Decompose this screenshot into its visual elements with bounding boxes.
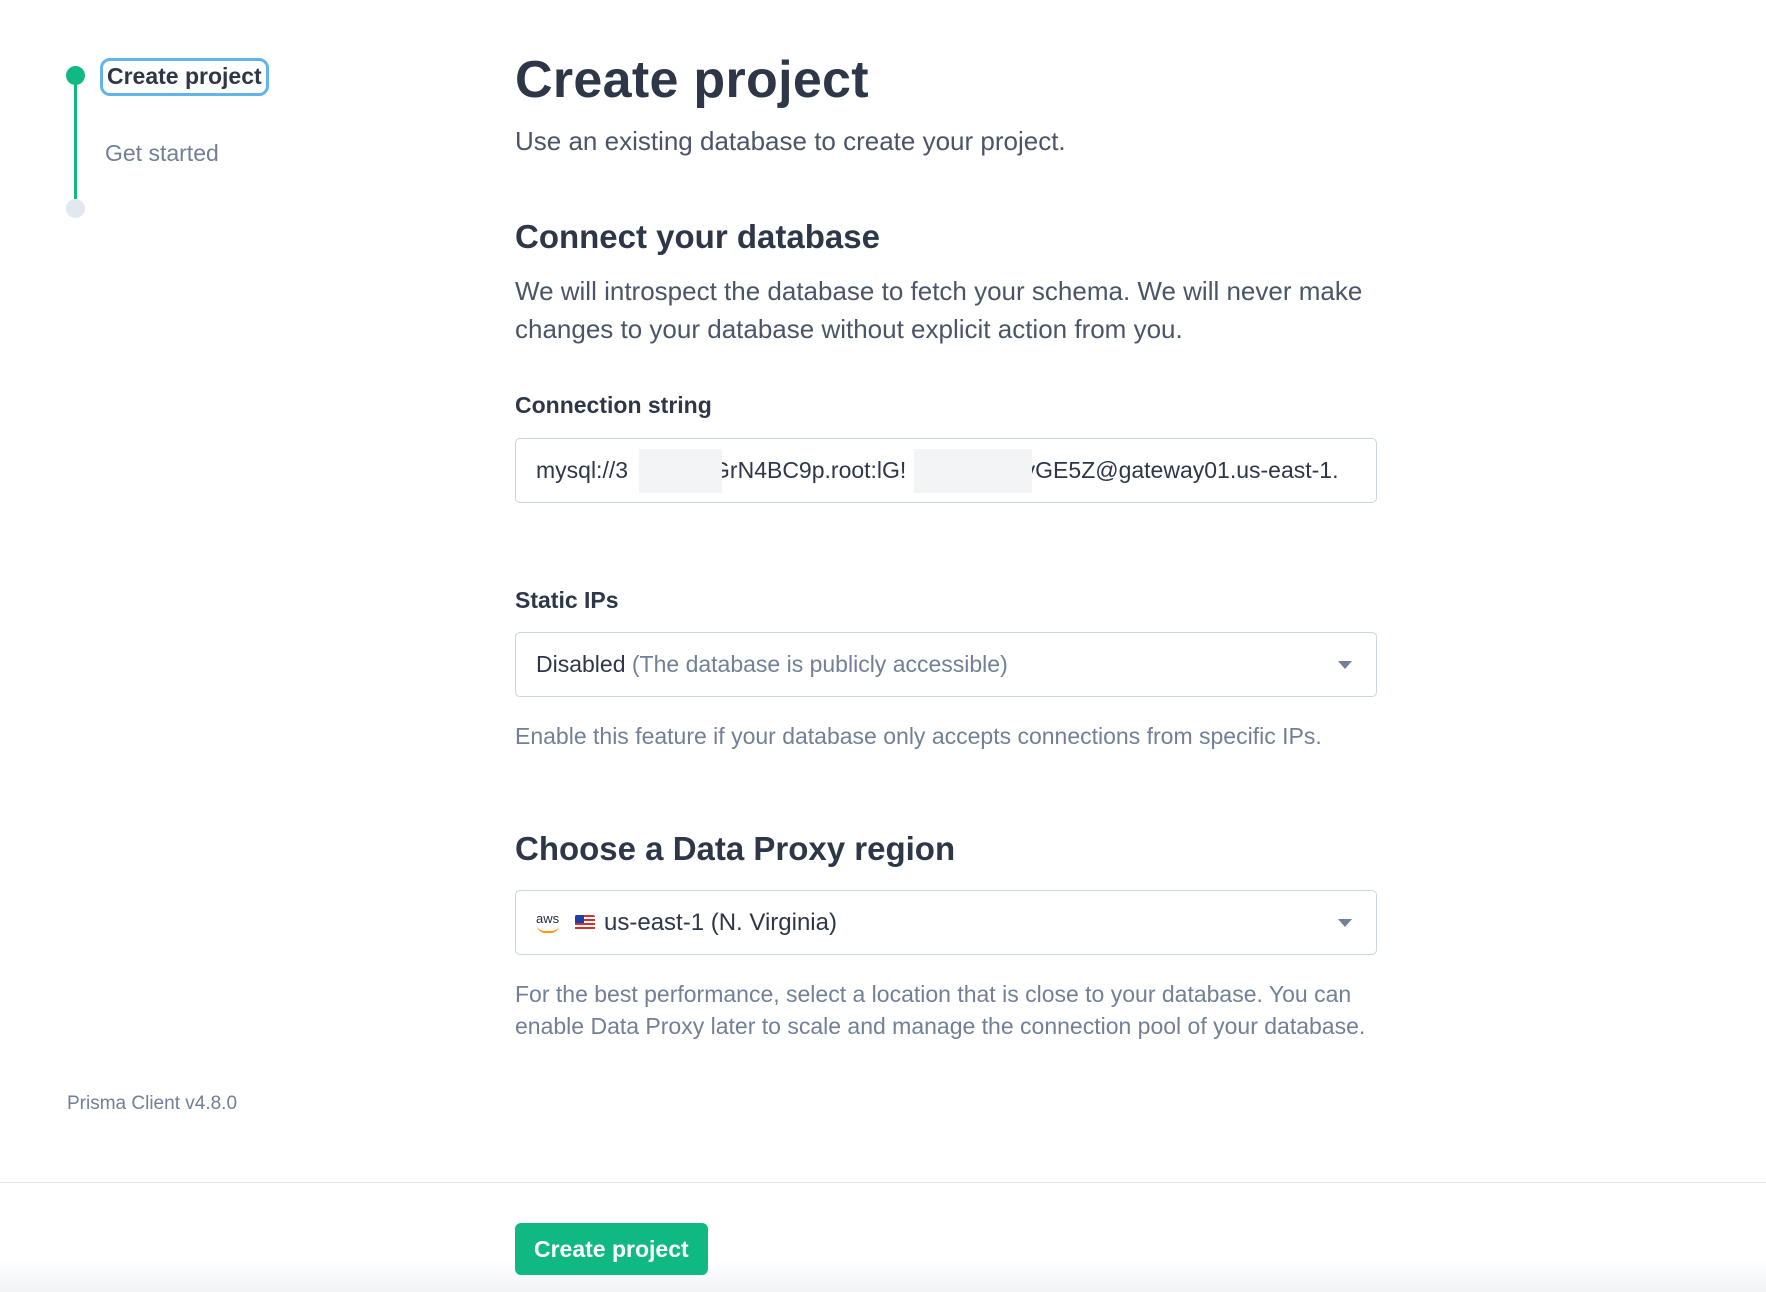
region-selected-value: us-east-1 (N. Virginia): [604, 909, 837, 936]
stepper-progress-line: [74, 75, 77, 199]
prisma-client-version: Prisma Client v4.8.0: [67, 1093, 238, 1114]
redacted-segment: [914, 449, 1032, 493]
chevron-down-icon: [1338, 919, 1352, 927]
data-proxy-help: For the best performance, select a locat…: [515, 981, 1366, 1039]
region-select[interactable]: aws us-east-1 (N. Virginia): [515, 890, 1377, 955]
page-title: Create project: [515, 51, 869, 109]
connection-string-input[interactable]: mysql://3 GrN4BC9p.root:lG! SyGE5Z@gateway…: [515, 438, 1377, 503]
step-dot-inactive: [66, 199, 85, 218]
step-get-started[interactable]: Get started: [105, 140, 219, 167]
data-proxy-region-title: Choose a Data Proxy region: [515, 830, 956, 867]
create-project-button[interactable]: Create project: [515, 1223, 708, 1275]
footer-action-bar: Create project: [0, 1182, 1766, 1292]
connection-string-label: Connection string: [515, 392, 712, 418]
connect-database-description: We will introspect the database to fetch…: [515, 276, 1363, 344]
step-dot-active: [66, 66, 85, 85]
create-project-page: Create project Get started Prisma Client…: [0, 0, 1766, 1292]
us-flag-icon: [575, 915, 595, 930]
redacted-segment: [639, 449, 722, 493]
page-subtitle: Use an existing database to create your …: [515, 126, 1066, 156]
connect-database-title: Connect your database: [515, 218, 880, 255]
step-create-project[interactable]: Create project: [100, 58, 269, 96]
static-ips-help: Enable this feature if your database onl…: [515, 723, 1322, 749]
aws-icon: aws: [536, 911, 562, 935]
static-ips-select[interactable]: Disabled (The database is publicly acces…: [515, 632, 1377, 697]
chevron-down-icon: [1338, 661, 1352, 669]
stepper: Create project Get started: [66, 56, 326, 218]
static-ips-selected-value: Disabled (The database is publicly acces…: [536, 651, 1008, 677]
static-ips-label: Static IPs: [515, 587, 619, 613]
